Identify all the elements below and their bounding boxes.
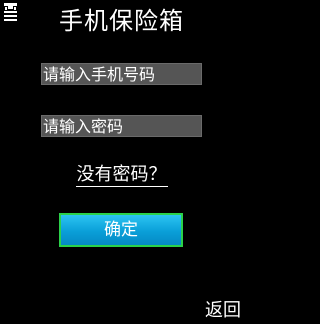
no-password-link-row: 没有密码？ [0,163,243,187]
no-password-link[interactable]: 没有密码？ [75,164,168,187]
confirm-button[interactable]: 确定 [59,213,183,247]
password-input[interactable] [41,115,202,137]
page-title: 手机保险箱 [59,7,184,35]
phone-number-input[interactable] [41,63,202,85]
back-softkey-button[interactable]: 返回 [205,300,241,322]
